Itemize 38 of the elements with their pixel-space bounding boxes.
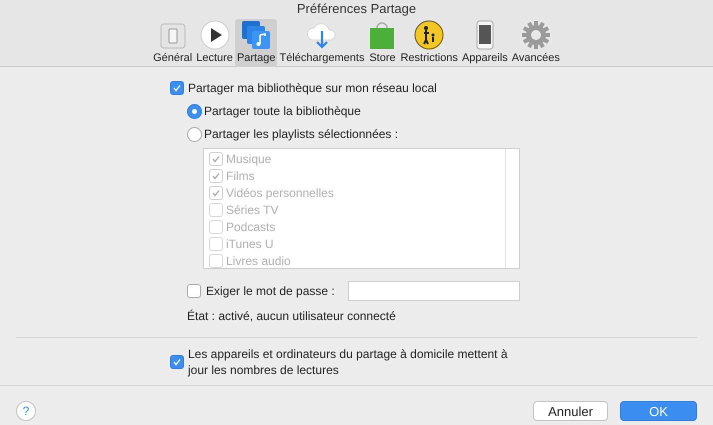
playlist-label: Podcasts bbox=[226, 218, 276, 236]
playlist-label: iTunes U bbox=[226, 236, 274, 252]
toolbar-tab[interactable]: Général bbox=[151, 19, 194, 67]
phone-icon bbox=[476, 20, 494, 50]
toolbar-tab[interactable]: Partage bbox=[234, 19, 278, 67]
shopping-bag-icon bbox=[368, 20, 396, 50]
playlist-label: Films bbox=[226, 168, 255, 184]
checkmark-icon bbox=[172, 357, 182, 367]
toolbar-tab[interactable]: Restrictions bbox=[398, 19, 460, 67]
checkbox[interactable] bbox=[187, 284, 201, 298]
checkbox[interactable] bbox=[170, 81, 184, 95]
radio-label: Partager toute la bibliothèque bbox=[204, 103, 361, 120]
toolbar-tab[interactable]: Store bbox=[366, 19, 398, 67]
checkbox-label: Les appareils et ordinateurs du partage à domicile mettent à jour les nombres de lectures bbox=[188, 346, 509, 378]
settings-icon bbox=[520, 20, 551, 50]
switch-icon bbox=[158, 22, 187, 50]
checkbox[interactable] bbox=[170, 355, 184, 369]
toolbar-tab[interactable]: Téléchargements bbox=[277, 19, 366, 67]
radio-button[interactable] bbox=[187, 126, 202, 142]
window-title: Préférences Partage bbox=[296, 1, 416, 17]
playlist-label: Séries TV bbox=[226, 202, 278, 218]
cancel-button[interactable]: Annuler bbox=[533, 401, 608, 421]
checkbox-label: Exiger le mot de passe : bbox=[206, 283, 335, 300]
playlist-label: Livres audio bbox=[226, 252, 291, 270]
playlist-label: Vidéos personnelles bbox=[226, 184, 334, 202]
toolbar-tab[interactable]: Avancées bbox=[510, 19, 562, 67]
music-stack-icon bbox=[241, 20, 272, 50]
radio-label: Partager les playlists sélectionnées : bbox=[204, 126, 398, 143]
checkbox-label: Partager ma bibliothèque sur mon réseau local bbox=[188, 80, 437, 97]
playlist-label: Musique bbox=[226, 150, 272, 168]
play-icon bbox=[200, 20, 230, 50]
radio-button[interactable] bbox=[187, 104, 202, 118]
toolbar-tab[interactable]: Appareils bbox=[460, 19, 510, 67]
toolbar-tab[interactable]: Lecture bbox=[194, 19, 235, 67]
status-text: État : activé, aucun utilisateur connecté bbox=[187, 308, 397, 325]
checkmark-icon bbox=[172, 83, 182, 93]
password-field[interactable] bbox=[348, 281, 520, 301]
parent-child-icon bbox=[414, 20, 444, 50]
